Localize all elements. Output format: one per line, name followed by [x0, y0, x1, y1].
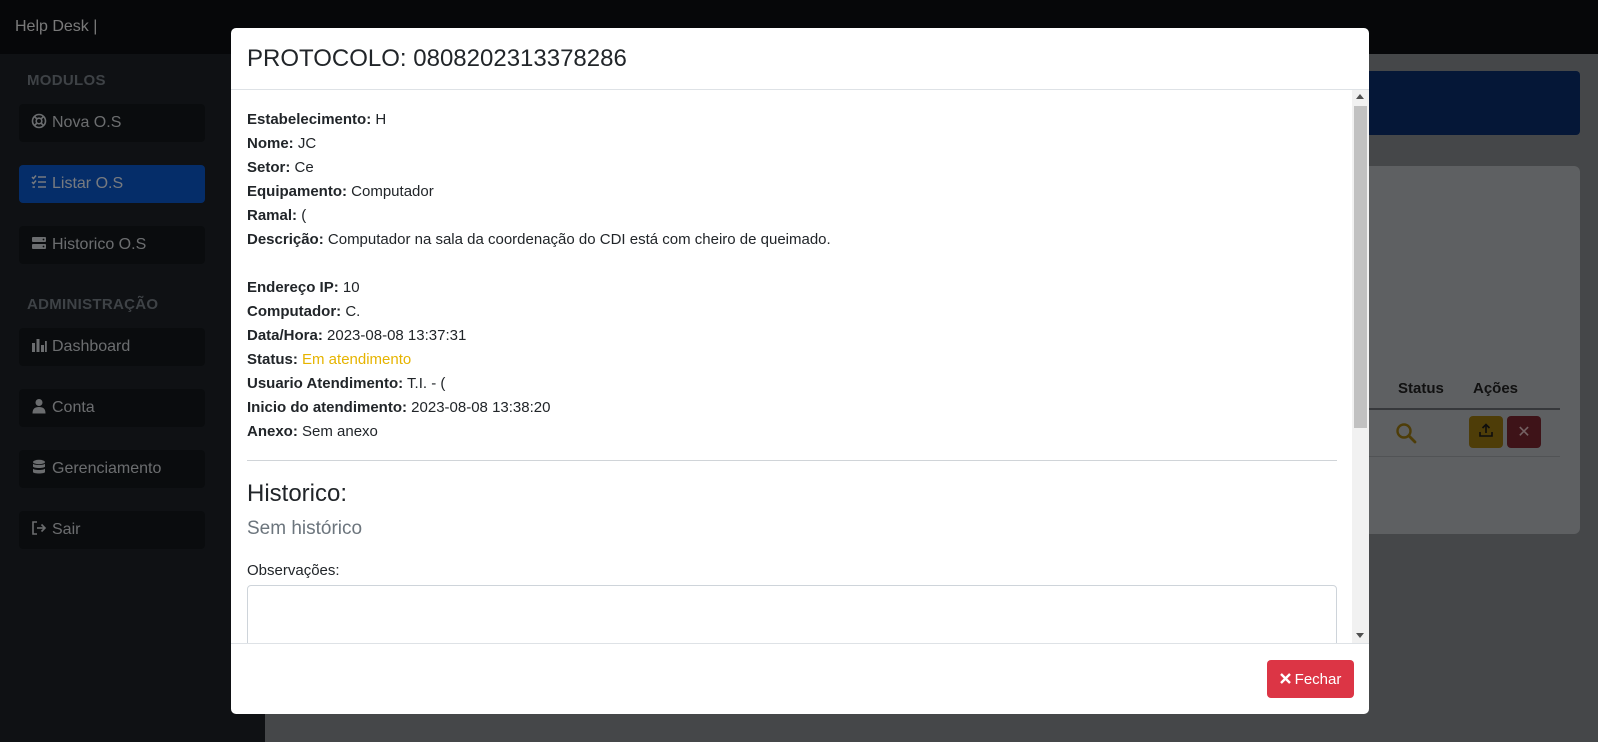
scroll-down-arrow-icon[interactable] — [1356, 633, 1364, 638]
field-estabelecimento: Estabelecimento: H — [247, 108, 1337, 132]
field-value: 10 — [342, 279, 360, 296]
field-usuario: Usuario Atendimento: T.I. - ( — [247, 372, 1337, 396]
field-value: Computador na sala da coordenação do CDI… — [327, 231, 831, 248]
historico-empty-text: Sem histórico — [247, 518, 363, 539]
field-datahora: Data/Hora: 2023-08-08 13:37:31 — [247, 324, 1337, 348]
field-value: Sem anexo — [302, 423, 378, 440]
modal-header: PROTOCOLO: 0808202313378286 — [231, 28, 1369, 90]
field-label: Estabelecimento: — [247, 111, 372, 128]
field-setor: Setor: Ce — [247, 156, 1337, 180]
ticket-details: Estabelecimento: H Nome: JC Setor: Ce Eq… — [247, 108, 1337, 643]
scrollbar-thumb[interactable] — [1354, 106, 1367, 428]
field-label: Status: — [247, 351, 298, 368]
field-label: Ramal: — [247, 207, 298, 224]
field-label: Computador: — [247, 303, 342, 320]
field-value: ( — [301, 207, 307, 224]
scroll-up-arrow-icon[interactable] — [1356, 94, 1364, 99]
observacoes-textarea[interactable] — [247, 585, 1337, 643]
protocol-modal: PROTOCOLO: 0808202313378286 Estabelecime… — [231, 28, 1369, 714]
section-divider — [247, 460, 1337, 461]
close-icon — [1279, 671, 1291, 688]
field-label: Descrição: — [247, 231, 324, 248]
field-anexo: Anexo: Sem anexo — [247, 420, 1337, 444]
field-value: 2023-08-08 13:38:20 — [411, 399, 551, 416]
field-ramal: Ramal: ( — [247, 204, 1337, 228]
field-label: Inicio do atendimento: — [247, 399, 407, 416]
field-equipamento: Equipamento: Computador — [247, 180, 1337, 204]
field-computador: Computador: C. — [247, 300, 1337, 324]
field-nome: Nome: JC — [247, 132, 1337, 156]
field-label: Data/Hora: — [247, 327, 323, 344]
field-value: T.I. - ( — [407, 375, 446, 392]
field-label: Usuario Atendimento: — [247, 375, 404, 392]
fechar-button[interactable]: Fechar — [1267, 660, 1354, 698]
modal-body[interactable]: Estabelecimento: H Nome: JC Setor: Ce Eq… — [231, 90, 1369, 643]
field-value: C. — [345, 303, 361, 320]
modal-scrollbar[interactable] — [1352, 90, 1369, 643]
field-ip: Endereço IP: 10 — [247, 276, 1337, 300]
field-value: H — [375, 111, 387, 128]
field-label: Nome: — [247, 135, 294, 152]
modal-footer: Fechar — [231, 643, 1369, 714]
field-inicio: Inicio do atendimento: 2023-08-08 13:38:… — [247, 396, 1337, 420]
field-value: 2023-08-08 13:37:31 — [327, 327, 467, 344]
field-label: Equipamento: — [247, 183, 347, 200]
observacoes-label: Observações: — [247, 562, 340, 579]
field-label: Endereço IP: — [247, 279, 339, 296]
field-label: Anexo: — [247, 423, 298, 440]
historico-title: Historico: — [247, 480, 348, 507]
field-label: Setor: — [247, 159, 291, 176]
modal-title: PROTOCOLO: 0808202313378286 — [247, 45, 627, 72]
field-value: Ce — [294, 159, 314, 176]
field-descricao: Descrição: Computador na sala da coorden… — [247, 228, 1337, 252]
status-badge: Em atendimento — [302, 351, 412, 368]
fechar-label: Fechar — [1294, 670, 1342, 688]
field-value: Computador — [351, 183, 434, 200]
field-value: JC — [297, 135, 317, 152]
field-status: Status: Em atendimento — [247, 348, 1337, 372]
